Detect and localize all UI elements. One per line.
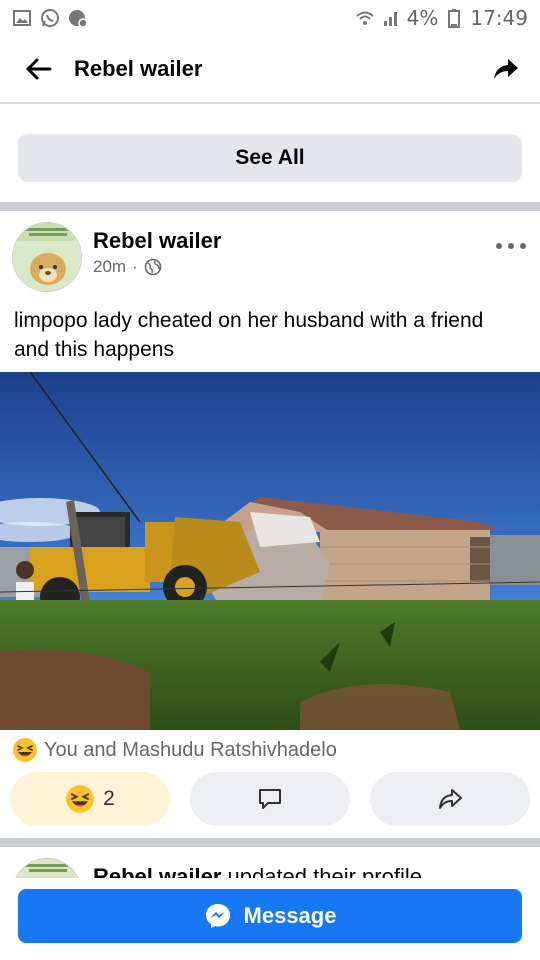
message-label: Message [243,903,337,928]
next-post-action: updated their profile [221,864,422,878]
more-dot-icon [496,243,502,249]
app-header: Rebel wailer [0,36,540,104]
laughing-emoji-icon [13,738,37,762]
comment-icon [259,789,281,809]
clock: 17:49 [470,6,528,30]
whatsapp-icon [41,9,59,27]
post-author[interactable]: Rebel wailer [93,228,221,254]
share-header-button[interactable] [484,47,528,91]
post-header: Rebel wailer 20m · [0,212,540,296]
avatar[interactable] [12,858,82,878]
post-actions: 2 [0,772,540,828]
share-arrow-icon [494,59,518,79]
message-bar: Message [0,878,540,960]
globe-icon [144,258,162,276]
see-all-button[interactable]: See All [18,134,522,182]
reactions-summary[interactable]: You and Mashudu Ratshivhadelo [12,736,337,764]
more-dot-icon [520,243,526,249]
share-button[interactable] [370,772,530,826]
messenger-badge-icon [69,10,88,28]
react-button[interactable]: 2 [10,772,170,826]
see-all-section: See All [0,106,540,202]
next-post-author[interactable]: Rebel wailer [93,864,221,878]
meta-separator: · [132,257,138,276]
more-options-button[interactable] [496,234,526,258]
post-meta: 20m · [93,257,162,277]
section-divider [0,202,540,211]
next-post-preview[interactable]: Rebel wailer updated their profile [0,848,540,878]
wifi-icon [355,11,374,25]
section-divider [0,838,540,847]
battery-icon [448,9,461,28]
messenger-icon [205,904,230,928]
back-button[interactable] [16,47,60,91]
page-title: Rebel wailer [74,56,203,81]
more-dot-icon [508,243,514,249]
reactions-names: You and Mashudu Ratshivhadelo [44,738,337,761]
avatar[interactable] [12,222,82,292]
message-button[interactable]: Message [18,889,522,943]
share-icon [439,789,462,809]
reaction-count: 2 [103,787,115,810]
post-time: 20m [93,257,127,276]
gallery-icon [13,10,31,26]
post-text: limpopo lady cheated on her husband with… [14,309,484,361]
next-post-text: Rebel wailer updated their profile [93,864,422,878]
comment-button[interactable] [190,772,350,826]
arrow-left-icon [26,58,52,80]
status-bar: 4% 17:49 [0,0,540,36]
signal-icon [383,12,397,26]
battery-percent: 4% [406,6,439,30]
post-image[interactable] [0,372,540,730]
laughing-emoji-icon [66,785,95,813]
